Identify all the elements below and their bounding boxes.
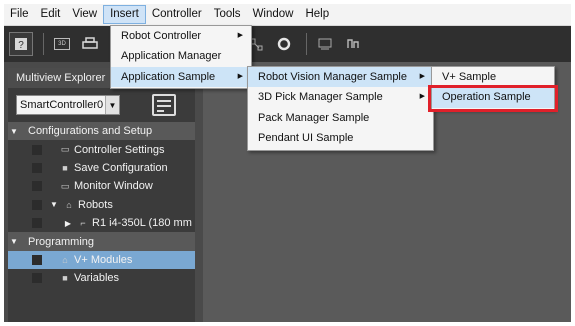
panel-scrollbar[interactable] xyxy=(195,68,203,322)
tree-item-robot-r1[interactable]: ▶ ⌐ R1 i4-350L (180 mm xyxy=(8,214,199,232)
collapse-triangle-icon[interactable]: ▼ xyxy=(10,127,18,136)
tree-section-label: Programming xyxy=(28,235,95,248)
3d-view-icon[interactable]: 3D xyxy=(50,32,74,56)
expand-triangle-icon[interactable]: ▶ xyxy=(64,219,72,228)
menu-item-label: Application Manager xyxy=(121,50,222,63)
monitor-icon: ▭ xyxy=(60,180,70,191)
menu-view[interactable]: View xyxy=(66,5,103,24)
menu-item-label: Robot Vision Manager Sample xyxy=(258,71,407,83)
settings-icon: ▭ xyxy=(60,144,70,155)
tree-gutter xyxy=(32,218,42,229)
menu-file[interactable]: File xyxy=(4,5,35,24)
menu-item-label: Pendant UI Sample xyxy=(258,131,354,144)
monitor-icon[interactable] xyxy=(313,32,337,56)
help-icon[interactable]: ? xyxy=(9,32,33,56)
menu-item-application-manager[interactable]: Application Manager xyxy=(111,46,251,66)
menu-item-label: V+ Sample xyxy=(442,71,497,83)
menu-insert[interactable]: Insert xyxy=(103,5,146,24)
chevron-right-icon: ▶ xyxy=(419,73,425,80)
menu-item-label: Robot Controller xyxy=(121,30,202,42)
chevron-right-icon: ▶ xyxy=(419,93,425,101)
toolbar-separator xyxy=(43,33,44,55)
toolbar: ? 3D xyxy=(4,26,571,62)
tree-item-controller-settings[interactable]: ▭ Controller Settings xyxy=(8,140,199,158)
refresh-icon[interactable] xyxy=(272,32,296,56)
tree-gutter xyxy=(32,254,42,265)
controller-select-value: SmartController0 xyxy=(20,99,104,111)
save-icon: ■ xyxy=(62,162,68,173)
tree-gutter xyxy=(32,144,42,155)
controller-icon[interactable] xyxy=(152,94,176,116)
menu-item-pack-manager-sample[interactable]: Pack Manager Sample xyxy=(248,108,433,128)
controller-row: SmartController0 ▼ xyxy=(8,88,199,122)
tree-item-monitor-window[interactable]: ▭ Monitor Window xyxy=(8,177,199,195)
collapse-triangle-icon[interactable]: ▼ xyxy=(50,200,58,209)
menu-tools[interactable]: Tools xyxy=(208,5,247,24)
tree-gutter xyxy=(32,273,42,284)
menu-item-label: Pack Manager Sample xyxy=(258,111,370,124)
explorer-tree: ▼ Configurations and Setup ▭ Controller … xyxy=(8,122,199,288)
collapse-triangle-icon[interactable]: ▼ xyxy=(10,237,18,246)
tree-item-variables[interactable]: ■ Variables xyxy=(8,269,199,287)
menu-item-robot-vision-manager-sample[interactable]: Robot Vision Manager Sample ▶ xyxy=(248,67,433,88)
menu-item-application-sample[interactable]: Application Sample ▶ xyxy=(111,66,251,87)
tree-item-save-configuration[interactable]: ■ Save Configuration xyxy=(8,159,199,177)
folder-icon: ⌂ xyxy=(62,254,68,265)
menu-item-label: Application Sample xyxy=(121,70,216,83)
menu-item-label: 3D Pick Manager Sample xyxy=(258,91,383,104)
tree-item-label: Variables xyxy=(74,272,120,285)
tree-item-vplus-modules[interactable]: ⌂ V+ Modules xyxy=(8,250,199,270)
tree-gutter xyxy=(32,181,42,192)
menu-item-robot-controller[interactable]: Robot Controller ▶ xyxy=(111,26,251,46)
tree-item-label: R1 i4-350L (180 mm xyxy=(92,217,192,230)
controller-select[interactable]: SmartController0 ▼ xyxy=(16,95,120,115)
tree-item-label: Monitor Window xyxy=(74,180,153,193)
chevron-down-icon[interactable]: ▼ xyxy=(105,96,119,114)
tree-item-label: V+ Modules xyxy=(74,253,133,266)
insert-menu: Robot Controller ▶ Application Manager A… xyxy=(110,25,252,89)
svg-text:?: ? xyxy=(18,40,24,51)
robot-arm-icon: ⌐ xyxy=(80,218,86,229)
menubar: File Edit View Insert Controller Tools W… xyxy=(4,4,571,26)
menu-item-pendant-ui-sample[interactable]: Pendant UI Sample xyxy=(248,128,433,148)
tree-item-label: Robots xyxy=(78,198,113,211)
tree-gutter xyxy=(32,162,42,173)
variables-icon: ■ xyxy=(62,273,68,284)
multiview-explorer: Multiview Explorer SmartController0 ▼ ▼ … xyxy=(8,68,199,322)
robot-folder-icon: ⌂ xyxy=(66,199,72,210)
chevron-right-icon: ▶ xyxy=(237,32,243,39)
tree-gutter xyxy=(32,199,42,210)
application-sample-menu: Robot Vision Manager Sample ▶ 3D Pick Ma… xyxy=(247,66,434,151)
menu-help[interactable]: Help xyxy=(299,5,335,24)
menu-edit[interactable]: Edit xyxy=(35,5,67,24)
chevron-right-icon: ▶ xyxy=(237,72,243,80)
toolbar-separator xyxy=(306,33,307,55)
printer-icon[interactable] xyxy=(78,32,102,56)
tree-item-label: Save Configuration xyxy=(74,161,168,174)
menu-controller[interactable]: Controller xyxy=(146,5,208,24)
tree-section-config[interactable]: ▼ Configurations and Setup xyxy=(8,122,199,141)
tree-item-label: Controller Settings xyxy=(74,143,165,156)
tree-item-robots[interactable]: ▼ ⌂ Robots xyxy=(8,196,199,214)
menu-item-3d-pick-manager-sample[interactable]: 3D Pick Manager Sample ▶ xyxy=(248,87,433,107)
app-window: File Edit View Insert Controller Tools W… xyxy=(4,4,571,322)
tree-section-programming[interactable]: ▼ Programming xyxy=(8,232,199,251)
menu-window[interactable]: Window xyxy=(247,5,300,24)
link-icon[interactable] xyxy=(341,32,365,56)
tree-section-label: Configurations and Setup xyxy=(28,125,153,138)
highlight-box xyxy=(428,85,558,112)
